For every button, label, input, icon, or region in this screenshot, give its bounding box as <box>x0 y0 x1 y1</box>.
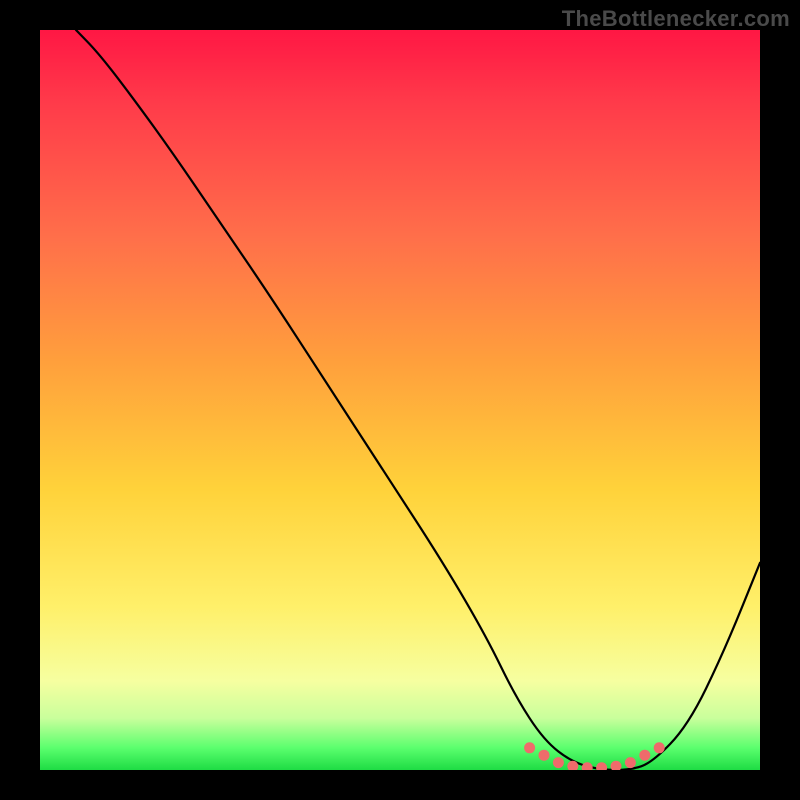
highlight-marker <box>582 762 593 770</box>
highlight-marker <box>654 742 665 753</box>
bottleneck-curve <box>76 30 760 770</box>
highlight-marker <box>625 757 636 768</box>
curve-svg <box>40 30 760 770</box>
highlight-marker <box>639 750 650 761</box>
highlight-marker <box>611 761 622 770</box>
highlight-marker <box>539 750 550 761</box>
watermark-text: TheBottlenecker.com <box>562 6 790 32</box>
highlight-marker <box>596 762 607 770</box>
highlight-marker <box>524 742 535 753</box>
chart-frame: TheBottlenecker.com <box>0 0 800 800</box>
highlight-marker <box>553 757 564 768</box>
plot-area <box>40 30 760 770</box>
